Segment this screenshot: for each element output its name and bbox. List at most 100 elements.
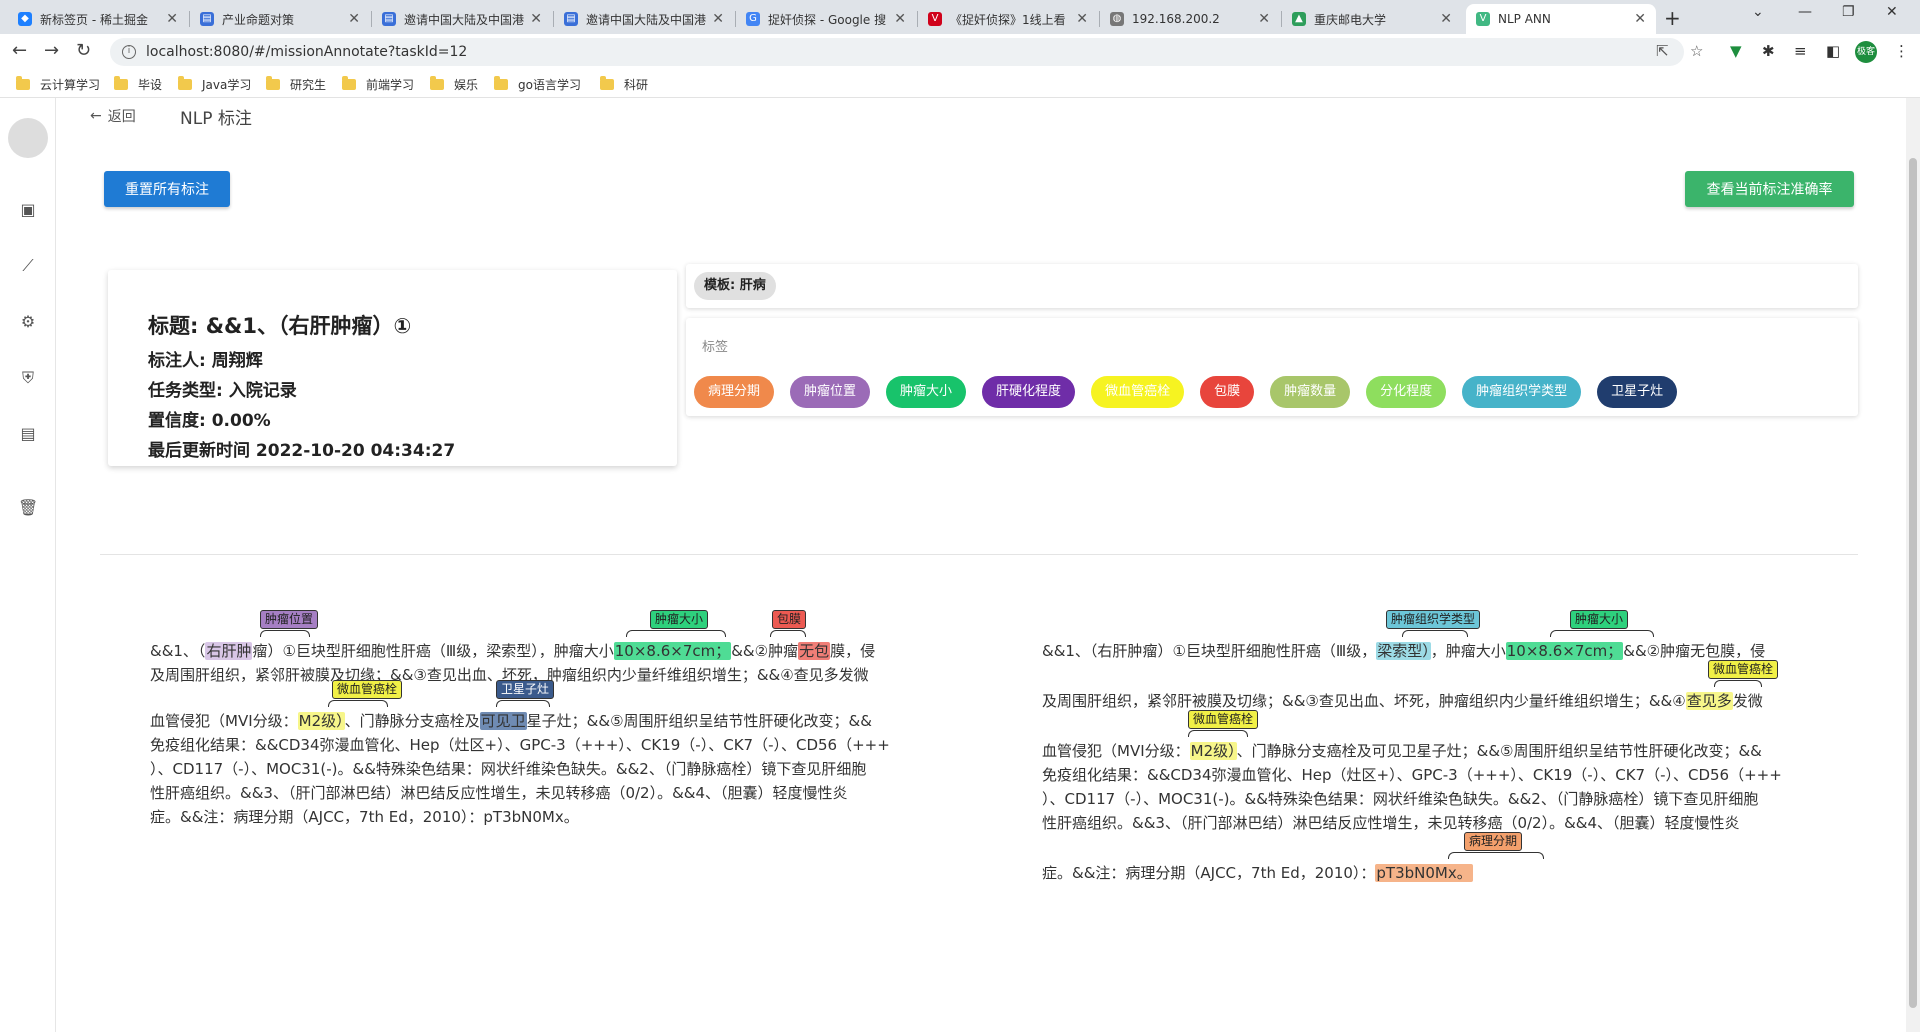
close-tab-icon[interactable]: ✕ xyxy=(1634,11,1646,27)
annotation-tag[interactable]: 肿瘤组织学类型 xyxy=(1386,610,1481,629)
new-tab-icon[interactable]: + xyxy=(1664,6,1681,30)
close-tab-icon[interactable]: ✕ xyxy=(530,11,542,27)
browser-tab[interactable]: ▤ 邀请中国大陆及中国港 ✕ xyxy=(554,4,734,34)
address-bar[interactable]: i localhost:8080/#/missionAnnotate?taskI… xyxy=(110,38,1684,66)
user-settings-icon[interactable]: ⚙ xyxy=(18,312,38,332)
minimize-icon[interactable]: — xyxy=(1798,4,1812,20)
tab-favicon-icon: ◆ xyxy=(18,12,32,26)
restore-icon[interactable]: ❐ xyxy=(1842,4,1855,20)
browser-tab[interactable]: G 捉奸侦探 - Google 搜 ✕ xyxy=(736,4,916,34)
vue-devtools-icon[interactable]: ▼ xyxy=(1730,42,1742,60)
close-tab-icon[interactable]: ✕ xyxy=(348,11,360,27)
account-box-icon[interactable]: ▤ xyxy=(18,424,38,444)
tab-favicon-icon: V xyxy=(928,12,942,26)
trash-icon[interactable]: 🗑 xyxy=(18,498,38,518)
annotation-tag[interactable]: 微血管癌栓 xyxy=(332,680,403,699)
text-line: 性肝癌组织。&&3、（肝门部淋巴结）淋巴结反应性增生，未见转移癌（0/2）。&&… xyxy=(1042,814,1740,832)
page-scrollbar[interactable] xyxy=(1906,98,1920,1032)
browser-tab[interactable]: V 《捉奸侦探》1线上看 ✕ xyxy=(918,4,1098,34)
close-tab-icon[interactable]: ✕ xyxy=(1440,11,1452,27)
annotation-tag[interactable]: 肿瘤大小 xyxy=(650,610,709,629)
browser-tab[interactable]: ▤ 产业命题对策 ✕ xyxy=(190,4,370,34)
bookmark-folder[interactable]: 研究生 xyxy=(266,76,326,93)
bookmark-folder[interactable]: 科研 xyxy=(600,76,648,93)
media-queue-icon[interactable]: ≡ xyxy=(1794,42,1807,60)
shield-icon[interactable]: ⛨ xyxy=(18,368,38,388)
vue-icon: V xyxy=(1476,12,1490,26)
label-chip[interactable]: 分化程度 xyxy=(1366,376,1447,408)
side-panel-icon[interactable]: ◧ xyxy=(1826,42,1840,60)
annotation-tag[interactable]: 肿瘤位置 xyxy=(260,610,319,629)
folder-icon xyxy=(342,76,356,90)
chart-line-icon[interactable]: ⟋ xyxy=(18,256,38,276)
bookmark-folder[interactable]: go语言学习 xyxy=(494,76,581,93)
close-tab-icon[interactable]: ✕ xyxy=(166,11,178,27)
confidence: 置信度: 0.00% xyxy=(148,411,271,431)
browser-tab[interactable]: ▤ 邀请中国大陆及中国港 ✕ xyxy=(372,4,552,34)
share-icon[interactable]: ⇱ xyxy=(1656,42,1669,60)
text-line: 症。&&注：病理分期（AJCC，7th Ed，2010）：pT3bN0Mx。 xyxy=(150,808,579,826)
label-chip[interactable]: 微血管癌栓 xyxy=(1091,376,1185,408)
close-tab-icon[interactable]: ✕ xyxy=(1258,11,1270,27)
back-link[interactable]: ← 返回 xyxy=(90,106,136,126)
last-updated: 最后更新时间 2022-10-20 04:34:27 xyxy=(148,441,456,461)
bookmark-label: 科研 xyxy=(624,78,649,92)
reset-annotations-button[interactable]: 重置所有标注 xyxy=(104,171,230,207)
user-avatar[interactable] xyxy=(8,118,48,158)
tab-search-icon[interactable]: ⌄ xyxy=(1752,4,1764,20)
inbox-icon[interactable]: ▣ xyxy=(18,200,38,220)
extensions-puzzle-icon[interactable]: ✱ xyxy=(1762,42,1775,60)
annotation-tag[interactable]: 微血管癌栓 xyxy=(1188,710,1259,729)
annotation-tag[interactable]: 包膜 xyxy=(772,610,807,629)
profile-avatar[interactable]: 极客 xyxy=(1855,41,1877,63)
label-chip[interactable]: 肝硬化程度 xyxy=(982,376,1076,408)
browser-tab[interactable]: ◍ 192.168.200.2 ✕ xyxy=(1100,4,1280,34)
back-arrow-icon[interactable]: ← xyxy=(12,40,27,61)
scroll-thumb[interactable] xyxy=(1909,158,1917,1008)
annotation-tag[interactable]: 微血管癌栓 xyxy=(1708,660,1779,679)
label-chip[interactable]: 卫星子灶 xyxy=(1597,376,1678,408)
browser-tab[interactable]: ▲ 重庆邮电大学 ✕ xyxy=(1282,4,1462,34)
bookmark-label: 研究生 xyxy=(290,78,327,92)
bookmark-folder[interactable]: Java学习 xyxy=(178,76,251,93)
bookmark-folder[interactable]: 娱乐 xyxy=(430,76,478,93)
info-icon[interactable]: i xyxy=(122,45,136,59)
bookmark-folder[interactable]: 云计算学习 xyxy=(16,76,100,93)
bookmark-star-icon[interactable]: ☆ xyxy=(1690,42,1703,60)
browser-toolbar: ← → ↻ i localhost:8080/#/missionAnnotate… xyxy=(0,34,1920,70)
folder-icon xyxy=(430,76,444,90)
bookmark-folder[interactable]: 前端学习 xyxy=(342,76,414,93)
forward-arrow-icon[interactable]: → xyxy=(44,40,59,61)
annotation-brace xyxy=(496,700,550,707)
bookmark-label: 前端学习 xyxy=(366,78,415,92)
close-window-icon[interactable]: ✕ xyxy=(1886,4,1898,20)
section-divider xyxy=(100,554,1858,555)
annotation-tag[interactable]: 卫星子灶 xyxy=(496,680,555,699)
folder-icon xyxy=(266,76,280,90)
label-chip[interactable]: 肿瘤数量 xyxy=(1270,376,1351,408)
folder-icon xyxy=(114,76,128,90)
close-tab-icon[interactable]: ✕ xyxy=(894,11,906,27)
browser-tab-active[interactable]: V NLP ANN ✕ xyxy=(1466,4,1656,34)
label-chip[interactable]: 肿瘤组织学类型 xyxy=(1462,376,1582,408)
text-line: &&1、（右肝肿瘤）①巨块型肝细胞性肝癌（Ⅲ级，梁索型），肿瘤大小10×8.6×… xyxy=(150,642,876,660)
annotation-tag[interactable]: 病理分期 xyxy=(1464,832,1523,851)
annotation-tag[interactable]: 肿瘤大小 xyxy=(1570,610,1629,629)
label-chip[interactable]: 肿瘤位置 xyxy=(790,376,871,408)
bookmark-folder[interactable]: 毕设 xyxy=(114,76,162,93)
text-line: 及周围肝组织，紧邻肝被膜及切缘；&&③查见出血、坏死，肿瘤组织内少量纤维组织增生… xyxy=(1042,692,1763,710)
label-chip[interactable]: 病理分期 xyxy=(694,376,775,408)
annotation-brace xyxy=(770,630,806,637)
menu-kebab-icon[interactable]: ⋮ xyxy=(1894,42,1909,60)
check-accuracy-button[interactable]: 查看当前标注准确率 xyxy=(1685,171,1854,207)
template-chip[interactable]: 模板: 肝病 xyxy=(694,272,776,300)
reload-icon[interactable]: ↻ xyxy=(76,40,91,61)
bookmark-label: 云计算学习 xyxy=(40,78,101,92)
browser-tab[interactable]: ◆ 新标签页 - 稀土掘金 ✕ xyxy=(8,4,188,34)
label-chip[interactable]: 肿瘤大小 xyxy=(886,376,967,408)
label-chip[interactable]: 包膜 xyxy=(1200,376,1255,408)
close-tab-icon[interactable]: ✕ xyxy=(1076,11,1088,27)
tab-favicon-icon: ▲ xyxy=(1292,12,1306,26)
text-line: 血管侵犯（MVI分级：M2级）、门静脉分支癌栓及可见卫星子灶；&&⑤周围肝组织呈… xyxy=(1042,742,1762,760)
close-tab-icon[interactable]: ✕ xyxy=(712,11,724,27)
